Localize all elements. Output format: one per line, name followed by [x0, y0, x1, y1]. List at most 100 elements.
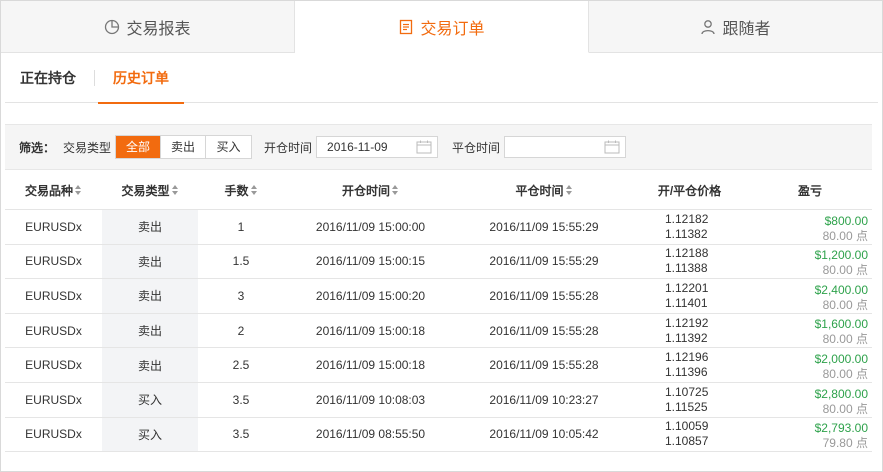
profit-amount: $1,200.00	[814, 248, 868, 263]
profit-points: 80.00 点	[822, 332, 868, 347]
top-tab-bar: 交易报表 交易订单 跟随者	[1, 1, 882, 53]
profit-cell: $1,200.00 80.00 点	[748, 245, 872, 279]
profit-points: 80.00 点	[822, 263, 868, 278]
close-time-cell: 2016/11/09 10:23:27	[489, 392, 599, 407]
profit-points: 80.00 点	[822, 297, 868, 312]
table-body: EURUSDx 卖出 1 2016/11/09 15:00:00 2016/11/09 …	[5, 210, 872, 453]
profit-amount: $2,800.00	[814, 386, 868, 401]
close-price: 1.11525	[665, 399, 708, 414]
open-time-value: 2016-11-09	[327, 140, 388, 154]
sort-icon[interactable]	[75, 184, 82, 196]
sort-icon[interactable]	[250, 184, 258, 196]
open-price: 1.12192	[665, 315, 709, 330]
profit-cell: $2,000.00 80.00 点	[748, 348, 872, 382]
type-cell: 卖出	[102, 210, 198, 244]
symbol-cell: EURUSDx	[25, 254, 82, 269]
trade-type-label: 交易类型	[63, 140, 112, 155]
symbol-cell: EURUSDx	[25, 427, 82, 442]
tab-label: 交易报表	[126, 20, 191, 38]
tab-followers[interactable]: 跟随者	[589, 1, 882, 52]
column-header-symbol[interactable]: 交易品种	[5, 171, 102, 209]
type-all-button[interactable]: 全部	[116, 136, 162, 158]
lots-cell: 2	[237, 323, 245, 338]
open-price: 1.12196	[665, 350, 709, 365]
price-cell: 1.12182 1.11382	[631, 210, 748, 244]
sort-icon[interactable]	[565, 184, 573, 196]
close-price: 1.11392	[665, 330, 708, 345]
table-row: EURUSDx 买入 3.5 2016/11/09 08:55:50 2016/11/0…	[5, 417, 872, 453]
close-time-label: 平仓时间	[452, 140, 501, 155]
profit-points: 80.00 点	[822, 228, 868, 243]
open-time-cell: 2016/11/09 15:00:00	[315, 219, 426, 234]
type-cell: 买入	[102, 382, 198, 417]
document-list-icon	[400, 19, 413, 34]
tab-trade-report[interactable]: 交易报表	[1, 1, 295, 52]
profit-points: 80.00 点	[822, 401, 868, 416]
type-sell-button[interactable]: 卖出	[161, 136, 207, 158]
table-row: EURUSDx 卖出 2.5 2016/11/09 15:00:18 2016/11/0…	[5, 348, 872, 383]
profit-amount: $800.00	[824, 213, 868, 228]
price-cell: 1.12192 1.11392	[631, 314, 748, 348]
table-header: 交易品种 交易类型 手数 开仓时间 平仓时间 开/平仓价格 盈亏	[5, 171, 872, 210]
lots-cell: 2.5	[232, 358, 250, 373]
close-time-cell: 2016/11/09 10:05:42	[489, 427, 599, 442]
open-time-cell: 2016/11/09 15:00:20	[315, 288, 426, 303]
open-price: 1.12201	[665, 280, 709, 295]
type-cell: 卖出	[102, 313, 198, 348]
close-time-cell: 2016/11/09 15:55:28	[489, 288, 599, 303]
open-price: 1.12182	[665, 211, 709, 226]
type-cell: 买入	[102, 417, 198, 452]
sort-icon[interactable]	[392, 184, 399, 196]
open-price: 1.10725	[665, 384, 709, 399]
calendar-icon[interactable]	[416, 140, 432, 154]
column-header-close-time[interactable]: 平仓时间	[457, 171, 631, 209]
price-cell: 1.10725 1.11525	[631, 383, 748, 417]
price-cell: 1.12196 1.11396	[631, 348, 748, 382]
lots-cell: 3.5	[232, 392, 250, 407]
type-buy-button[interactable]: 买入	[206, 136, 251, 158]
close-time-cell: 2016/11/09 15:55:28	[489, 358, 599, 373]
sub-tab-bar: 正在持仓 历史订单	[5, 53, 878, 104]
profit-cell: $800.00 80.00 点	[748, 210, 872, 244]
symbol-cell: EURUSDx	[25, 323, 82, 338]
type-cell: 卖出	[102, 348, 198, 382]
calendar-icon[interactable]	[604, 140, 620, 154]
tab-history-orders[interactable]: 历史订单	[98, 53, 184, 104]
history-orders-table: 交易品种 交易类型 手数 开仓时间 平仓时间 开/平仓价格 盈亏 EURUSDx…	[5, 171, 872, 453]
lots-cell: 3	[237, 288, 245, 303]
pie-chart-icon	[105, 19, 120, 34]
profit-amount: $2,793.00	[814, 421, 868, 436]
price-cell: 1.12201 1.11401	[631, 279, 748, 313]
profit-cell: $2,400.00 80.00 点	[748, 279, 872, 313]
close-time-cell: 2016/11/09 15:55:29	[489, 254, 599, 269]
open-time-cell: 2016/11/09 08:55:50	[315, 427, 426, 442]
tab-trade-orders[interactable]: 交易订单	[295, 1, 589, 53]
profit-amount: $2,400.00	[814, 282, 868, 297]
open-time-cell: 2016/11/09 15:00:18	[315, 358, 426, 373]
profit-amount: $2,000.00	[814, 351, 868, 366]
type-cell: 卖出	[102, 244, 198, 279]
trade-type-selector: 全部 卖出 买入	[115, 135, 253, 159]
open-time-input[interactable]: 2016-11-09	[316, 136, 439, 158]
lots-cell: 3.5	[232, 427, 250, 442]
tab-label: 跟随者	[722, 20, 771, 38]
symbol-cell: EURUSDx	[25, 392, 82, 407]
tab-label: 交易订单	[420, 20, 485, 38]
column-header-lots[interactable]: 手数	[198, 171, 284, 209]
column-header-prices: 开/平仓价格	[657, 183, 722, 198]
column-header-open-time[interactable]: 开仓时间	[284, 171, 457, 209]
filter-bar: 筛选： 交易类型 全部 卖出 买入 开仓时间 2016-11-09 平仓时间	[5, 124, 872, 170]
open-price: 1.10059	[665, 419, 709, 434]
close-time-cell: 2016/11/09 15:55:29	[489, 219, 599, 234]
close-price: 1.11396	[665, 365, 708, 380]
lots-cell: 1	[237, 219, 245, 234]
sort-icon[interactable]	[171, 184, 179, 196]
open-time-cell: 2016/11/09 10:08:03	[315, 392, 426, 407]
close-time-input[interactable]	[504, 136, 627, 158]
profit-cell: $2,800.00 80.00 点	[748, 383, 872, 417]
column-header-profit: 盈亏	[797, 183, 822, 198]
filter-label: 筛选：	[19, 140, 56, 155]
table-row: EURUSDx 卖出 1 2016/11/09 15:00:00 2016/11/09 …	[5, 210, 872, 245]
column-header-type[interactable]: 交易类型	[102, 171, 198, 209]
tab-open-positions[interactable]: 正在持仓	[5, 53, 91, 103]
